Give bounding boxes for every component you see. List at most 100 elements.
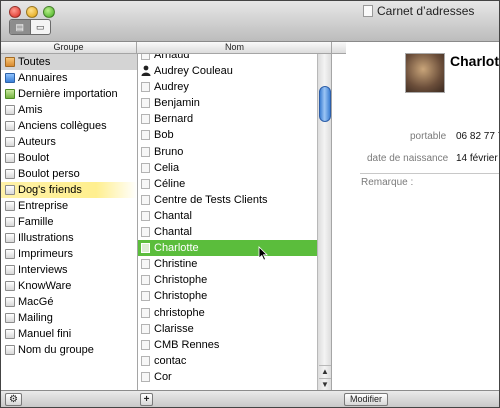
title-bar[interactable]: Carnet d’adresses ▤ ▭ [1,1,499,42]
group-item[interactable]: Boulot perso [1,166,137,182]
window-title-text: Carnet d’adresses [377,4,475,18]
contact-row[interactable]: Charlotte [138,240,331,261]
contact-row[interactable]: CMB Rennes [138,337,331,353]
group-item-label: Boulot [18,152,50,164]
group-item-label: Interviews [18,264,68,276]
birthday-label: date de naissance [367,153,449,164]
group-item[interactable]: Boulot [1,150,137,166]
contact-row-label: Celia [154,161,180,174]
columns-view-icon[interactable]: ▤ [10,20,31,34]
zoom-window-button[interactable] [43,6,55,18]
card-icon [141,194,150,205]
contact-row-label: Charlotte [154,242,199,255]
group-item[interactable]: Manuel fini [1,326,137,342]
contact-list-scrollbar[interactable]: ▲ ▼ [317,54,331,390]
group-item[interactable]: Famille [1,214,137,230]
document-icon [363,5,373,17]
directory-icon [5,73,15,83]
group-item-label: Dog's friends [18,184,82,196]
card-icon [141,114,150,125]
contact-row[interactable]: Céline [138,176,331,192]
contact-list[interactable]: Arnaud Audrey Couleau Audrey Benjamin Bernar… [138,54,332,390]
contact-row[interactable]: Audrey Couleau [138,63,331,79]
contact-row[interactable]: Audrey [138,79,331,95]
contact-row[interactable]: Centre de Tests Clients [138,192,331,208]
group-icon [5,297,15,307]
contact-row-label: Audrey [154,81,189,94]
contact-row[interactable]: Cor [138,369,331,385]
contact-row[interactable]: Bruno [138,144,331,160]
scrollbar-thumb[interactable] [319,86,331,122]
edit-button[interactable]: Modifier [344,393,388,406]
group-icon [5,169,15,179]
contact-row[interactable]: Christophe [138,272,331,288]
contact-row[interactable]: Chantal [138,224,331,240]
contact-row[interactable]: Chantal [138,208,331,224]
contact-row[interactable]: christophe [138,305,331,321]
name-column-header: Nom [138,42,332,53]
group-item[interactable]: Illustrations [1,230,137,246]
address-book-window: Carnet d’adresses ▤ ▭ Groupe Nom Toutes A… [0,0,500,408]
card-icon [141,291,150,302]
close-window-button[interactable] [9,6,21,18]
group-icon [5,233,15,243]
group-icon [5,313,15,323]
card-icon [141,371,150,382]
view-mode-control[interactable]: ▤ ▭ [9,19,51,35]
gear-icon[interactable]: ⚙ [5,393,22,406]
contact-row-label: CMB Rennes [154,338,220,351]
contact-row-label: Benjamin [154,97,200,110]
contact-row-label: Christine [154,258,198,271]
group-item[interactable]: Amis [1,102,137,118]
contact-row[interactable]: Bernard [138,111,331,127]
contact-row-label: Chantal [154,209,192,222]
contact-row[interactable]: Bob [138,127,331,143]
contact-row[interactable]: contac [138,353,331,369]
group-item[interactable]: Toutes [1,54,137,70]
group-item-label: Auteurs [18,136,56,148]
card-icon [141,210,150,221]
group-item-label: Famille [18,216,54,228]
contact-row[interactable]: Clarisse [138,321,331,337]
card-icon [141,275,150,286]
card-icon [141,355,150,366]
contact-row[interactable]: Arnaud [138,54,331,63]
group-item[interactable]: Auteurs [1,134,137,150]
card-view-icon[interactable]: ▭ [31,20,51,34]
group-item[interactable]: Nom du groupe [1,342,137,358]
group-list[interactable]: Toutes Annuaires Dernière importation Amis A… [1,54,138,390]
group-item[interactable]: KnowWare [1,278,137,294]
contact-name: Charlott [450,53,500,69]
scroll-up-arrow-icon[interactable]: ▲ [319,365,331,377]
contact-row[interactable]: Benjamin [138,95,331,111]
group-item[interactable]: Entreprise [1,198,137,214]
card-divider [360,173,499,174]
group-item[interactable]: Dernière importation [1,86,137,102]
last-import-icon [5,89,15,99]
group-item[interactable]: Mailing [1,310,137,326]
group-item-label: Dernière importation [18,88,118,100]
contact-row-label: Bruno [154,145,184,158]
contact-row[interactable]: Christophe [138,288,331,304]
contact-photo[interactable] [405,53,445,93]
birthday-value: 14 février [456,153,498,164]
group-item[interactable]: Anciens collègues [1,118,137,134]
contact-row-label: Audrey Couleau [154,65,233,78]
phone-value: 06 82 77 7 [456,131,500,142]
group-item[interactable]: Annuaires [1,70,137,86]
group-item[interactable]: Dog's friends [1,182,137,198]
card-icon [141,178,150,189]
group-icon [5,265,15,275]
group-item[interactable]: MacGé [1,294,137,310]
group-item[interactable]: Imprimeurs [1,246,137,262]
add-contact-button[interactable]: + [140,393,153,406]
minimize-window-button[interactable] [26,6,38,18]
group-item-label: Nom du groupe [18,344,94,356]
phone-label: portable [410,131,447,142]
contact-row[interactable]: Christine [138,256,331,272]
scroll-down-arrow-icon[interactable]: ▼ [319,378,331,390]
contact-row[interactable]: Celia [138,160,331,176]
group-item[interactable]: Interviews [1,262,137,278]
group-item-label: Entreprise [18,200,69,212]
contact-row-label: contac [154,354,187,367]
